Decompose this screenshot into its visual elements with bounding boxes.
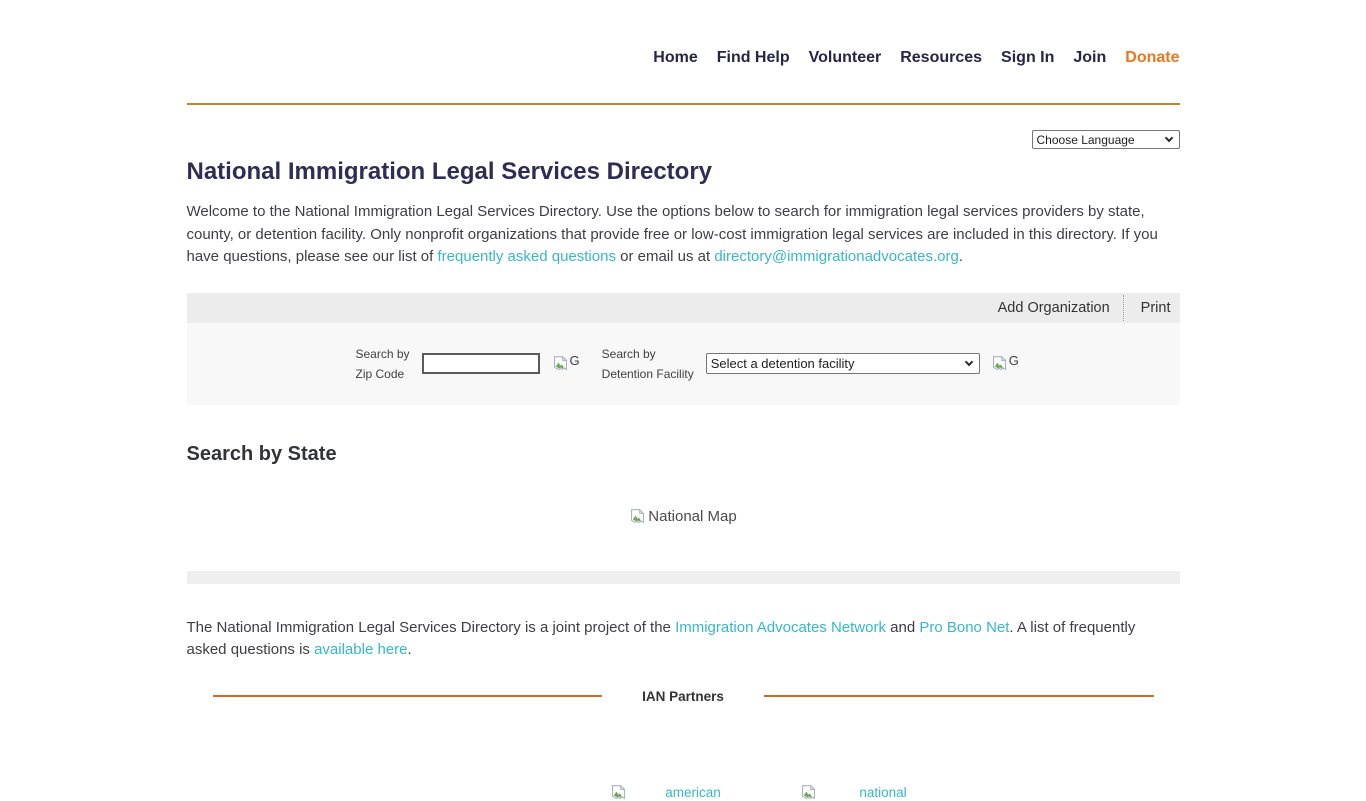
nav-resources[interactable]: Resources bbox=[900, 49, 982, 67]
detention-label-line2: Detention Facility bbox=[602, 364, 694, 384]
broken-image-icon bbox=[800, 784, 817, 801]
partner-alt-text: national bbox=[817, 785, 950, 800]
facility-go-alt-text: G bbox=[1009, 353, 1019, 368]
partner-logo-national[interactable]: national bbox=[800, 784, 950, 801]
footer-text-1: The National Immigration Legal Services … bbox=[187, 619, 676, 636]
partners-line-left bbox=[213, 695, 603, 697]
toolbar-separator bbox=[1123, 295, 1124, 321]
footer-text-4: . bbox=[407, 641, 411, 658]
partner-logo-american[interactable]: american bbox=[610, 784, 760, 801]
nav-sign-in[interactable]: Sign In bbox=[1001, 49, 1054, 67]
zip-search-label: Search by Zip Code bbox=[356, 344, 410, 384]
ian-partners-heading: IAN Partners bbox=[187, 689, 1180, 704]
broken-image-icon bbox=[610, 784, 627, 801]
main-nav: Home Find Help Volunteer Resources Sign … bbox=[187, 49, 1180, 67]
header: Home Find Help Volunteer Resources Sign … bbox=[187, 0, 1180, 105]
intro-text-2: or email us at bbox=[616, 248, 714, 265]
immigration-advocates-network-link[interactable]: Immigration Advocates Network bbox=[675, 619, 886, 636]
faq-link[interactable]: frequently asked questions bbox=[438, 248, 616, 265]
zip-label-line1: Search by bbox=[356, 344, 410, 364]
search-by-state-heading: Search by State bbox=[187, 443, 1180, 466]
language-select[interactable]: Choose Language bbox=[1032, 130, 1180, 149]
broken-image-icon bbox=[991, 355, 1008, 372]
partners-row: american national bbox=[610, 784, 1180, 801]
national-map-alt-text: National Map bbox=[648, 508, 736, 525]
nav-donate[interactable]: Donate bbox=[1125, 49, 1179, 67]
national-map-placeholder[interactable]: National Map bbox=[187, 508, 1180, 525]
partners-line-right bbox=[764, 695, 1154, 697]
detention-label-line1: Search by bbox=[602, 344, 694, 364]
add-organization-link[interactable]: Add Organization bbox=[998, 300, 1110, 316]
pro-bono-net-link[interactable]: Pro Bono Net bbox=[919, 619, 1009, 636]
language-row: Choose Language bbox=[187, 130, 1180, 149]
intro-paragraph: Welcome to the National Immigration Lega… bbox=[187, 201, 1180, 269]
broken-image-icon bbox=[552, 355, 569, 372]
email-link[interactable]: directory@immigrationadvocates.org bbox=[714, 248, 959, 265]
facility-go-button[interactable]: G bbox=[991, 355, 1019, 372]
nav-join[interactable]: Join bbox=[1073, 49, 1106, 67]
detention-search-label: Search by Detention Facility bbox=[602, 344, 694, 384]
facility-select-wrap: Select a detention facility bbox=[706, 353, 980, 374]
nav-home[interactable]: Home bbox=[653, 49, 697, 67]
zip-go-button[interactable]: G bbox=[552, 355, 580, 372]
nav-find-help[interactable]: Find Help bbox=[717, 49, 790, 67]
toolbar: Add Organization Print bbox=[187, 293, 1180, 323]
partner-alt-text: american bbox=[627, 785, 760, 800]
page-title: National Immigration Legal Services Dire… bbox=[187, 158, 1180, 186]
search-panel: Search by Zip Code G Search by Detention… bbox=[187, 323, 1180, 405]
page-container: Home Find Help Volunteer Resources Sign … bbox=[187, 0, 1180, 801]
zip-go-alt-text: G bbox=[570, 353, 580, 368]
nav-volunteer[interactable]: Volunteer bbox=[809, 49, 882, 67]
ian-partners-label: IAN Partners bbox=[642, 689, 724, 704]
zip-label-line2: Zip Code bbox=[356, 364, 410, 384]
footer-text-2: and bbox=[886, 619, 919, 636]
intro-text-3: . bbox=[959, 248, 963, 265]
broken-image-icon bbox=[629, 508, 646, 525]
language-select-wrap: Choose Language bbox=[1032, 130, 1180, 149]
available-here-link[interactable]: available here bbox=[314, 641, 407, 658]
header-divider-line bbox=[187, 103, 1180, 105]
zip-code-input[interactable] bbox=[422, 353, 540, 374]
print-link[interactable]: Print bbox=[1141, 300, 1171, 316]
detention-facility-select[interactable]: Select a detention facility bbox=[706, 353, 980, 374]
section-divider-bar bbox=[187, 571, 1180, 584]
footer-paragraph: The National Immigration Legal Services … bbox=[187, 617, 1180, 662]
